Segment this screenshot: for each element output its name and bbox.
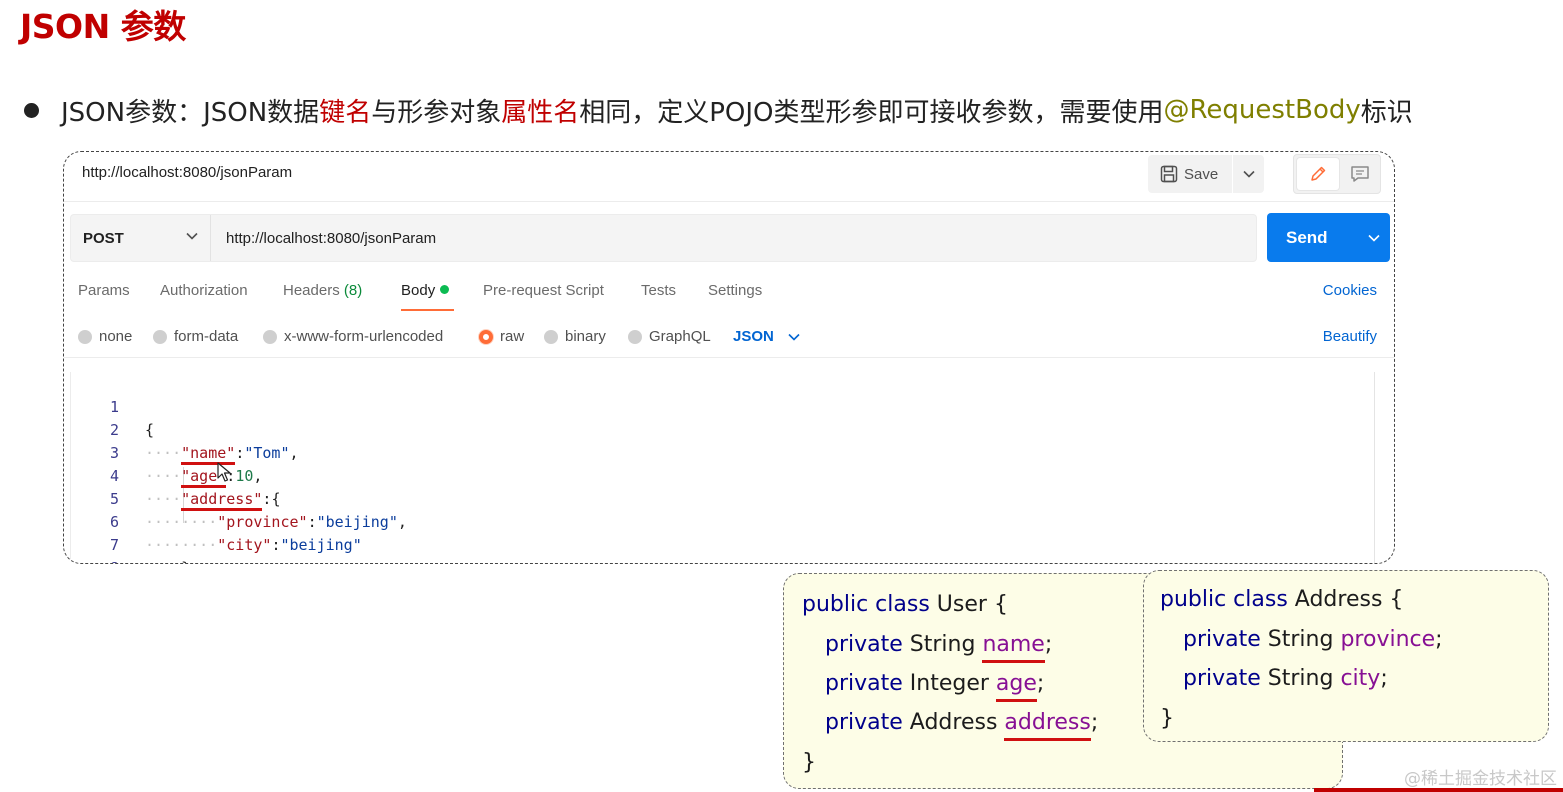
tab-headers-label: Headers [283, 282, 340, 299]
code-text: ····} [145, 557, 190, 563]
save-label: Save [1184, 165, 1219, 183]
tab-tests[interactable]: Tests [641, 282, 676, 299]
url-bar: POST [70, 214, 1257, 262]
class-header: public class Address { [1160, 587, 1404, 612]
raw-format-select[interactable]: JSON [733, 328, 800, 345]
bullet-annotation: @RequestBody [1163, 95, 1361, 125]
field-name: age [995, 671, 1037, 696]
postman-request-panel: http://localhost:8080/jsonParam Save POS… [63, 151, 1395, 564]
address-class-card: public class Address { private String pr… [1143, 570, 1549, 742]
radio-button[interactable] [544, 329, 558, 344]
beautify-link[interactable]: Beautify [1323, 328, 1377, 345]
class-header: public class User { [802, 592, 1008, 617]
bullet-highlight-key-name: 键名 [319, 97, 372, 128]
code-line: 1 { [71, 373, 1374, 439]
body-mode-label: none [99, 328, 133, 345]
code-line: 8 } [71, 534, 1374, 563]
body-mode-label: form-data [174, 328, 239, 345]
body-mode-urlencoded[interactable]: x-www-form-urlencoded [263, 328, 443, 345]
bullet-text-part3: 相同，定义POJO类型形参即可接收参数，需要使用 [579, 97, 1164, 128]
field-name: name [982, 632, 1045, 657]
json-body-editor[interactable]: 1 { 2 ····"name":"Tom", 3 ····"age":10, … [70, 372, 1375, 563]
body-mode-graphql[interactable]: GraphQL [628, 328, 711, 345]
save-icon [1160, 165, 1178, 183]
code-line: 3 ····"age":10, [71, 419, 1374, 485]
bullet-dot [24, 102, 39, 118]
tab-authorization[interactable]: Authorization [160, 282, 248, 299]
field-line: private String city; [1183, 666, 1388, 691]
send-label: Send [1286, 227, 1328, 247]
request-tabs: Params Authorization Headers (8) Body Pr… [64, 272, 1394, 314]
body-mode-selector: none form-data x-www-form-urlencoded raw… [64, 318, 1394, 358]
view-toggle-group [1293, 154, 1381, 194]
cookies-link[interactable]: Cookies [1323, 282, 1377, 299]
body-mode-raw[interactable]: raw [479, 328, 524, 345]
mouse-cursor-icon [217, 462, 231, 482]
watermark: @稀土掘金技术社区 [1404, 769, 1557, 789]
radio-button[interactable] [153, 329, 167, 344]
slide-title: JSON 参数 [20, 7, 186, 46]
body-mode-none[interactable]: none [78, 328, 132, 345]
radio-button[interactable] [263, 329, 277, 344]
code-line: 7 ····} [71, 511, 1374, 563]
tab-body-label: Body [401, 282, 436, 299]
comments-button[interactable] [1339, 165, 1380, 183]
body-mode-form-data[interactable]: form-data [153, 328, 238, 345]
tab-params[interactable]: Params [78, 282, 130, 299]
radio-button[interactable] [628, 329, 642, 344]
send-options-button[interactable] [1358, 234, 1390, 242]
bullet-text-part4: 标识 [1360, 97, 1413, 128]
code-line: 2 ····"name":"Tom", [71, 396, 1374, 462]
body-mode-label: raw [500, 328, 525, 345]
raw-format-label: JSON [733, 328, 774, 345]
comment-icon [1350, 166, 1369, 182]
save-button-group: Save [1148, 155, 1264, 193]
edit-button[interactable] [1297, 158, 1339, 190]
url-input[interactable] [212, 215, 1256, 261]
code-line: 6 ········"city":"beijing" [71, 488, 1374, 554]
bullet-highlight-property-name: 属性名 [501, 97, 580, 128]
headers-count: (8) [343, 282, 363, 299]
chevron-down-icon [1368, 234, 1380, 242]
chevron-down-icon [1242, 170, 1255, 178]
tab-pre-request-script[interactable]: Pre-request Script [483, 282, 604, 299]
tab-body[interactable]: Body [401, 282, 450, 299]
class-close: } [1160, 706, 1174, 731]
bullet-text-part1: JSON参数：JSON数据 [61, 97, 320, 128]
field-line: private Integer age; [825, 671, 1045, 696]
code-line: 5 ········"province":"beijing", [71, 465, 1374, 531]
class-close: } [802, 750, 816, 775]
bullet-point: JSON参数：JSON数据 键名 与形参对象 属性名 相同，定义POJO类型形参即可接收… [24, 90, 1413, 130]
field-name: province [1340, 627, 1436, 652]
chevron-down-icon [788, 333, 800, 341]
pencil-icon [1311, 166, 1326, 181]
method-select[interactable]: POST [71, 215, 211, 261]
active-tab-underline [401, 309, 454, 311]
field-line: private Address address; [825, 710, 1099, 735]
tab-headers[interactable]: Headers (8) [283, 282, 362, 299]
radio-button[interactable] [78, 329, 92, 344]
send-button[interactable]: Send [1267, 213, 1390, 262]
line-number: 8 [83, 557, 119, 563]
body-mode-label: GraphQL [649, 328, 711, 345]
field-name: address [1004, 710, 1091, 735]
chevron-down-icon [186, 232, 198, 240]
body-mode-label: x-www-form-urlencoded [284, 328, 444, 345]
field-line: private String province; [1183, 627, 1443, 652]
field-name: city [1340, 666, 1381, 691]
tab-settings[interactable]: Settings [708, 282, 762, 299]
request-tab-title[interactable]: http://localhost:8080/jsonParam [82, 164, 292, 181]
body-mode-label: binary [565, 328, 606, 345]
method-label: POST [83, 229, 124, 247]
request-header-bar: http://localhost:8080/jsonParam Save [64, 152, 1394, 202]
field-line: private String name; [825, 632, 1053, 657]
save-button[interactable]: Save [1148, 155, 1232, 193]
bullet-text-part2: 与形参对象 [371, 97, 502, 128]
save-options-button[interactable] [1233, 170, 1264, 178]
body-indicator-dot [440, 285, 450, 294]
bottom-accent-bar [1314, 788, 1563, 792]
code-line: 4 ····"address":{ [71, 442, 1374, 508]
radio-button-selected[interactable] [479, 329, 493, 344]
body-mode-binary[interactable]: binary [544, 328, 606, 345]
